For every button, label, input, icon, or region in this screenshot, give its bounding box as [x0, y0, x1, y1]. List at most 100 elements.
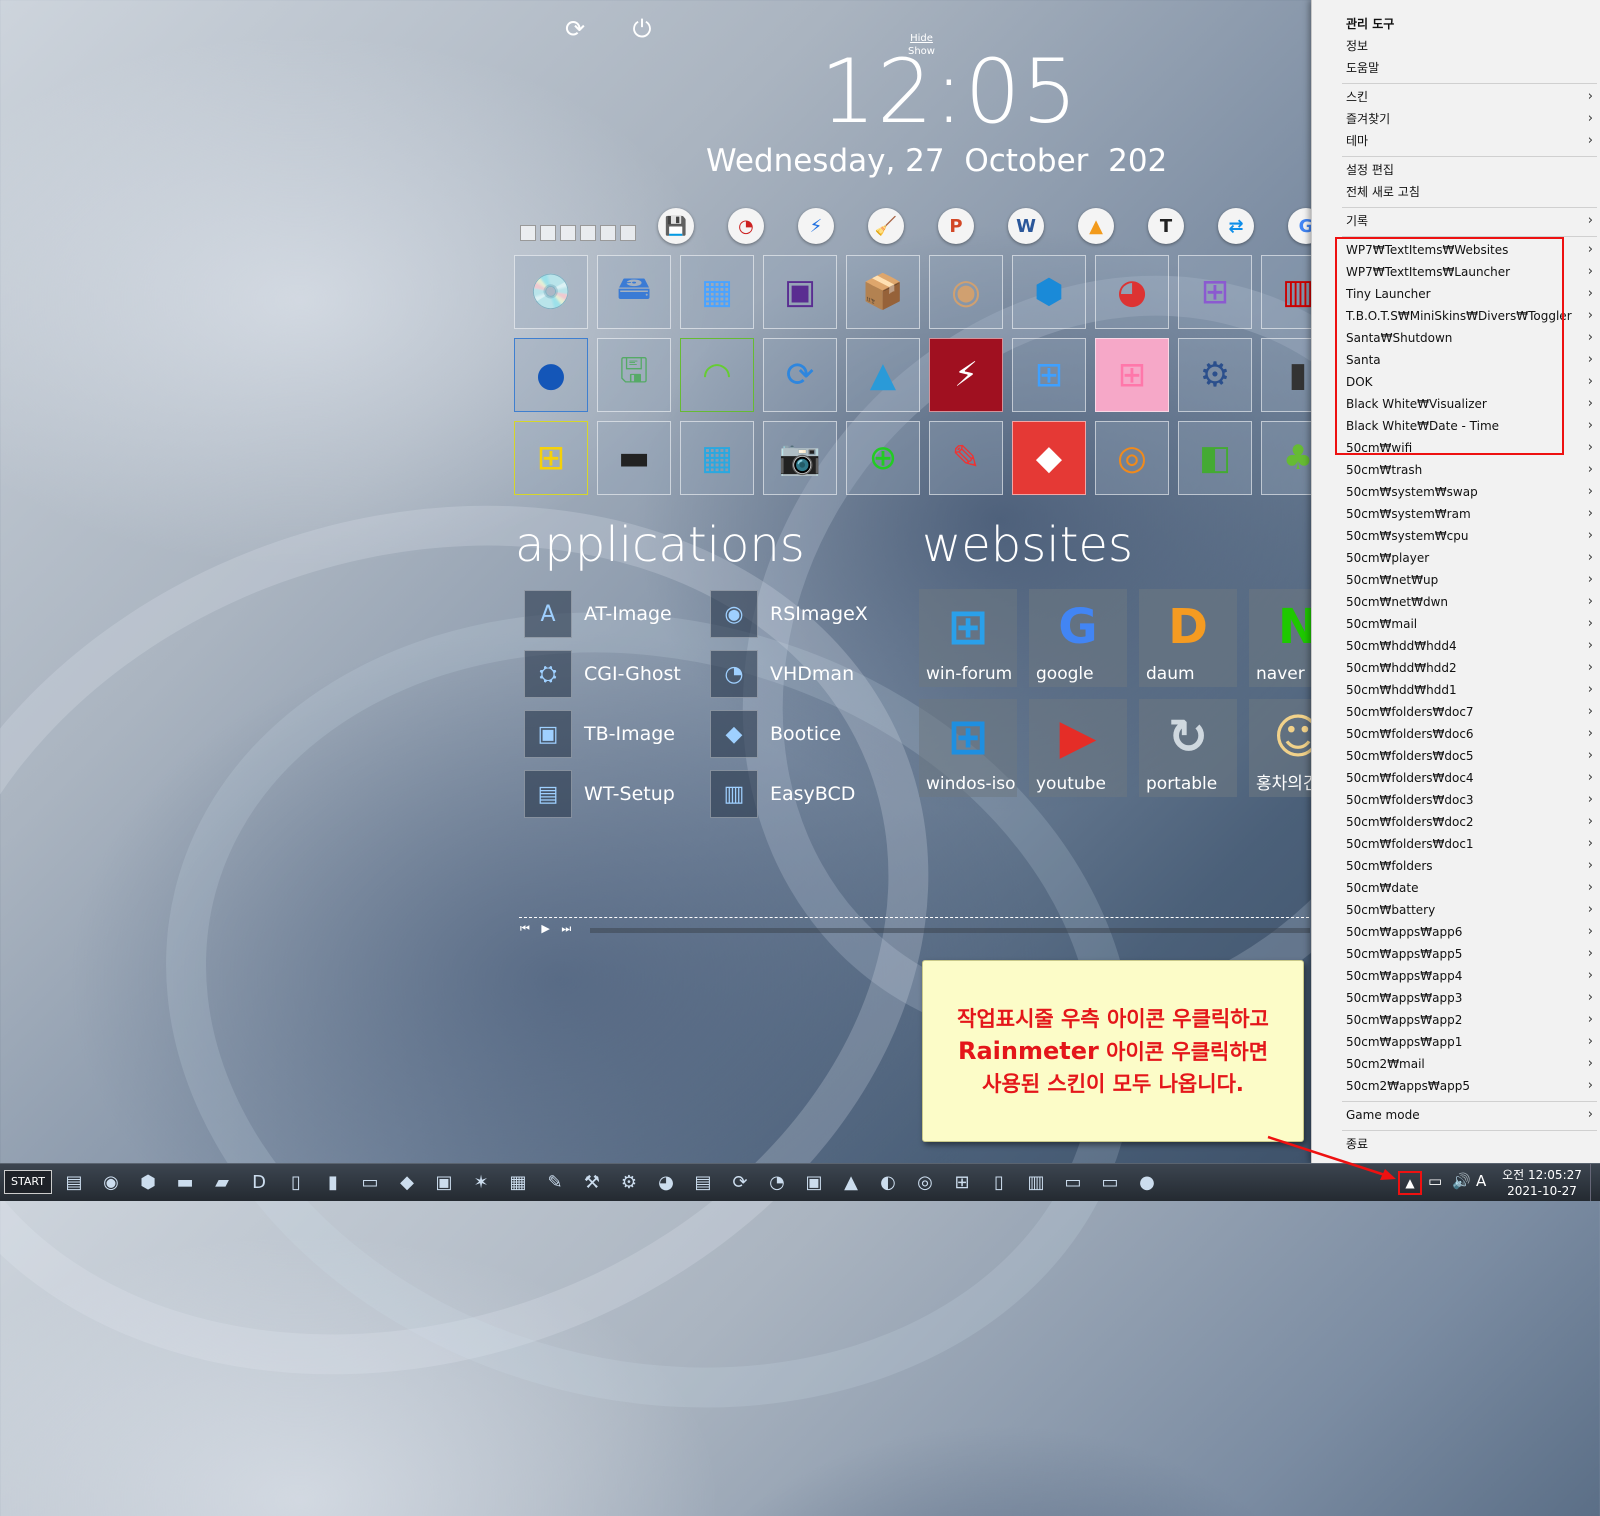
tile-anydesk[interactable]: ◆	[1012, 421, 1086, 495]
tb-dvd-icon[interactable]: ◎	[913, 1171, 937, 1195]
tile-hdd-tool[interactable]: 🖴	[597, 255, 671, 329]
page-dot[interactable]	[560, 225, 576, 241]
menu-skin-item[interactable]: 50cm₩folders₩doc3 ›	[1346, 790, 1593, 810]
menu-item-head-0[interactable]: 관리 도구	[1346, 14, 1593, 34]
tile-red-grid[interactable]: ▥	[1261, 255, 1314, 329]
menu-skin-item[interactable]: 50cm2₩mail ›	[1346, 1054, 1593, 1074]
tb-pc2-icon[interactable]: ▣	[802, 1171, 826, 1195]
tb-file-icon[interactable]: ▯	[987, 1171, 1011, 1195]
tb-windows-pink-icon[interactable]: ⊞	[950, 1171, 974, 1195]
page-dot[interactable]	[620, 225, 636, 241]
tile-disk-editor[interactable]: 💿	[514, 255, 588, 329]
tb-doc-icon[interactable]: ▯	[284, 1171, 308, 1195]
menu-skin-item[interactable]: 50cm₩system₩ram ›	[1346, 504, 1593, 524]
menu-skin-item[interactable]: 50cm₩mail ›	[1346, 614, 1593, 634]
media-progress-bar[interactable]	[590, 928, 1310, 933]
partition-tool-icon[interactable]: ◔	[728, 208, 764, 244]
tile-blue-dragon[interactable]: ●	[514, 338, 588, 412]
tile-notepad-add[interactable]: ✎	[929, 421, 1003, 495]
menu-skin-item[interactable]: 50cm₩trash ›	[1346, 460, 1593, 480]
teamviewer-icon[interactable]: ⇄	[1218, 208, 1254, 244]
menu-item-edit-0[interactable]: 설정 편집	[1346, 160, 1593, 180]
app-item-wt-setup[interactable]: ▤ WT-Setup	[524, 770, 675, 818]
tile-windows-blue-grid[interactable]: ▦	[680, 421, 754, 495]
tile-aimp-triangle[interactable]: ▲	[846, 338, 920, 412]
tb-folder-icon[interactable]: ▭	[1061, 1171, 1085, 1195]
tb-terminal-icon[interactable]: ▬	[173, 1171, 197, 1195]
menu-skin-item[interactable]: 50cm₩hdd₩hdd4 ›	[1346, 636, 1593, 656]
menu-item-head-1[interactable]: 정보	[1346, 36, 1593, 56]
tb-network-icon[interactable]: ▤	[62, 1171, 86, 1195]
blue-app-icon[interactable]: ⚡	[798, 208, 834, 244]
tb-blue-circle-icon[interactable]: ◉	[99, 1171, 123, 1195]
menu-skin-item[interactable]: 50cm₩hdd₩hdd2 ›	[1346, 658, 1593, 678]
tb-registry-icon[interactable]: ⬢	[136, 1171, 160, 1195]
tile-usb-drive[interactable]: ▬	[597, 421, 671, 495]
tb-diamond-icon[interactable]: ◆	[395, 1171, 419, 1195]
menu-skin-item[interactable]: 50cm₩apps₩app2 ›	[1346, 1010, 1593, 1030]
website-tile-7[interactable]: ☺ 홍차의긴	[1249, 699, 1313, 797]
app-item-cgi-ghost[interactable]: ⛭ CGI-Ghost	[524, 650, 681, 698]
menu-skin-item[interactable]: 50cm₩apps₩app5 ›	[1346, 944, 1593, 964]
tile-settings-gear[interactable]: ⚙	[1178, 338, 1252, 412]
tb-gear-pc-icon[interactable]: ⚙	[617, 1171, 641, 1195]
tb-red-bars-icon[interactable]: ▮	[321, 1171, 345, 1195]
tile-usb-add[interactable]: ⊕	[846, 421, 920, 495]
menu-skin-item[interactable]: 50cm₩battery ›	[1346, 900, 1593, 920]
tb-box-icon[interactable]: ▦	[506, 1171, 530, 1195]
menu-item-edit-1[interactable]: 전체 새로 고침	[1346, 182, 1593, 202]
app-item-bootice[interactable]: ◆ Bootice	[710, 710, 841, 758]
tile-memory-card[interactable]: ▮	[1261, 338, 1314, 412]
app-item-easybcd[interactable]: ▥ EasyBCD	[710, 770, 855, 818]
menu-skin-item[interactable]: 50cm₩folders₩doc5 ›	[1346, 746, 1593, 766]
tile-wifi[interactable]: ◠	[680, 338, 754, 412]
app-item-tb-image[interactable]: ▣ TB-Image	[524, 710, 675, 758]
menu-item-exit[interactable]: 종료	[1346, 1134, 1593, 1154]
menu-skin-item[interactable]: 50cm₩folders ›	[1346, 856, 1593, 876]
menu-skin-item[interactable]: 50cm₩system₩swap ›	[1346, 482, 1593, 502]
tile-sync[interactable]: ⟳	[763, 338, 837, 412]
tb-drive-icon[interactable]: ▭	[358, 1171, 382, 1195]
tile-network-diagram[interactable]: ⊞	[1178, 255, 1252, 329]
menu-item-sub-0[interactable]: 스킨 ›	[1346, 87, 1593, 107]
page-dot[interactable]	[520, 225, 536, 241]
tb-sync-icon[interactable]: ⟳	[728, 1171, 752, 1195]
menu-item-sub-2[interactable]: 테마 ›	[1346, 131, 1593, 151]
power-icon[interactable]: ⏻	[629, 16, 655, 42]
tb-aimp-icon[interactable]: ▲	[839, 1171, 863, 1195]
tile-cpu-z[interactable]: ▣	[763, 255, 837, 329]
tb-paint-icon[interactable]: ✎	[543, 1171, 567, 1195]
menu-item-log[interactable]: 기록 ›	[1346, 211, 1593, 231]
menu-skin-item[interactable]: 50cm₩apps₩app4 ›	[1346, 966, 1593, 986]
tb-partition-icon[interactable]: ◔	[765, 1171, 789, 1195]
hdd-tool-icon[interactable]: 💾	[658, 208, 694, 244]
page-dot[interactable]	[580, 225, 596, 241]
word-icon[interactable]: W	[1008, 208, 1044, 244]
page-dot[interactable]	[540, 225, 556, 241]
menu-skin-item[interactable]: 50cm₩folders₩doc7 ›	[1346, 702, 1593, 722]
tile-installer-box[interactable]: 📦	[846, 255, 920, 329]
app-item-at-image[interactable]: A AT-Image	[524, 590, 672, 638]
page-indicator[interactable]	[520, 225, 636, 241]
tile-windows-blocks[interactable]: ▦	[680, 255, 754, 329]
website-tile-4[interactable]: ⊞ windos-iso	[919, 699, 1017, 797]
tb-pc-icon[interactable]: ▣	[432, 1171, 456, 1195]
ccleaner-icon[interactable]: 🧹	[868, 208, 904, 244]
tb-rainmeter-icon[interactable]: ●	[1135, 1171, 1159, 1195]
tb-star-icon[interactable]: ✶	[469, 1171, 493, 1195]
text-t-icon[interactable]: T	[1148, 208, 1184, 244]
menu-skin-item[interactable]: 50cm₩folders₩doc4 ›	[1346, 768, 1593, 788]
tb-eraser-icon[interactable]: ▰	[210, 1171, 234, 1195]
website-tile-0[interactable]: ⊞ win-forum	[919, 589, 1017, 687]
website-tile-6[interactable]: ↻ portable	[1139, 699, 1237, 797]
menu-skin-item[interactable]: 50cm₩folders₩doc1 ›	[1346, 834, 1593, 854]
taskbar-clock[interactable]: 오전 12:05:27 2021-10-27	[1500, 1167, 1584, 1199]
tb-red-grid-icon[interactable]: ▥	[1024, 1171, 1048, 1195]
menu-skin-item[interactable]: 50cm₩apps₩app1 ›	[1346, 1032, 1593, 1052]
website-tile-5[interactable]: ▶ youtube	[1029, 699, 1127, 797]
tile-registry[interactable]: ⬢	[1012, 255, 1086, 329]
app-item-vhdman[interactable]: ◔ VHDman	[710, 650, 854, 698]
ime-tray-icon[interactable]: A	[1476, 1172, 1486, 1190]
menu-skin-item[interactable]: 50cm₩system₩cpu ›	[1346, 526, 1593, 546]
start-button[interactable]: START	[4, 1170, 52, 1194]
